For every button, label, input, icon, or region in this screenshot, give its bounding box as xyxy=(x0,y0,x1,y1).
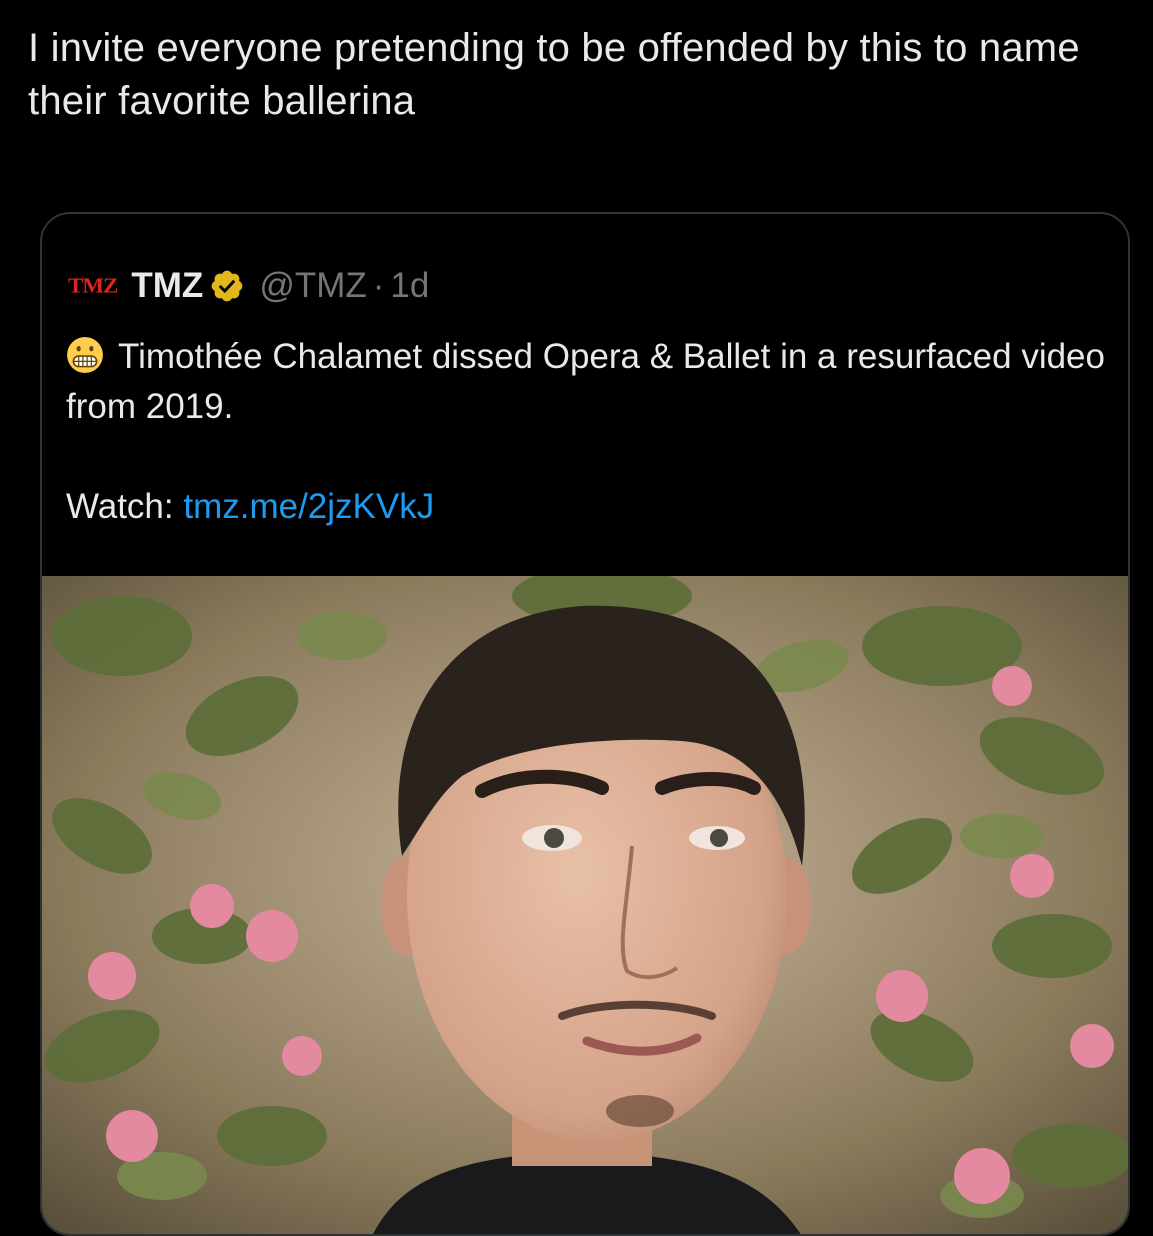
author-name[interactable]: TMZ xyxy=(131,266,203,306)
author-handle[interactable]: @TMZ xyxy=(259,266,366,306)
tweet-text: I invite everyone pretending to be offen… xyxy=(28,26,1080,123)
tmz-logo[interactable]: TMZ xyxy=(68,274,118,297)
quoted-tweet-text-line: Timothée Chalamet dissed Opera & Ballet … xyxy=(66,332,1106,432)
watch-line: Watch: tmz.me/2jzKVkJ xyxy=(66,482,1106,532)
watch-link[interactable]: tmz.me/2jzKVkJ xyxy=(183,487,434,526)
photo-illustration xyxy=(42,576,1128,1234)
watch-label: Watch: xyxy=(66,487,184,526)
post-timestamp[interactable]: 1d xyxy=(390,266,429,306)
verified-badge-icon[interactable] xyxy=(209,268,245,304)
quoted-tweet-body: Timothée Chalamet dissed Opera & Ballet … xyxy=(66,332,1106,532)
quoted-tweet-header: TMZ TMZ @TMZ · 1d xyxy=(68,262,429,310)
quoted-tweet-text: Timothée Chalamet dissed Opera & Ballet … xyxy=(66,337,1105,426)
media-image[interactable] xyxy=(42,576,1128,1234)
grimacing-face-icon xyxy=(67,337,103,373)
header-separator: · xyxy=(372,266,385,305)
quoted-tweet-card[interactable]: TMZ TMZ @TMZ · 1d Timothée Chalamet diss… xyxy=(40,212,1130,1236)
